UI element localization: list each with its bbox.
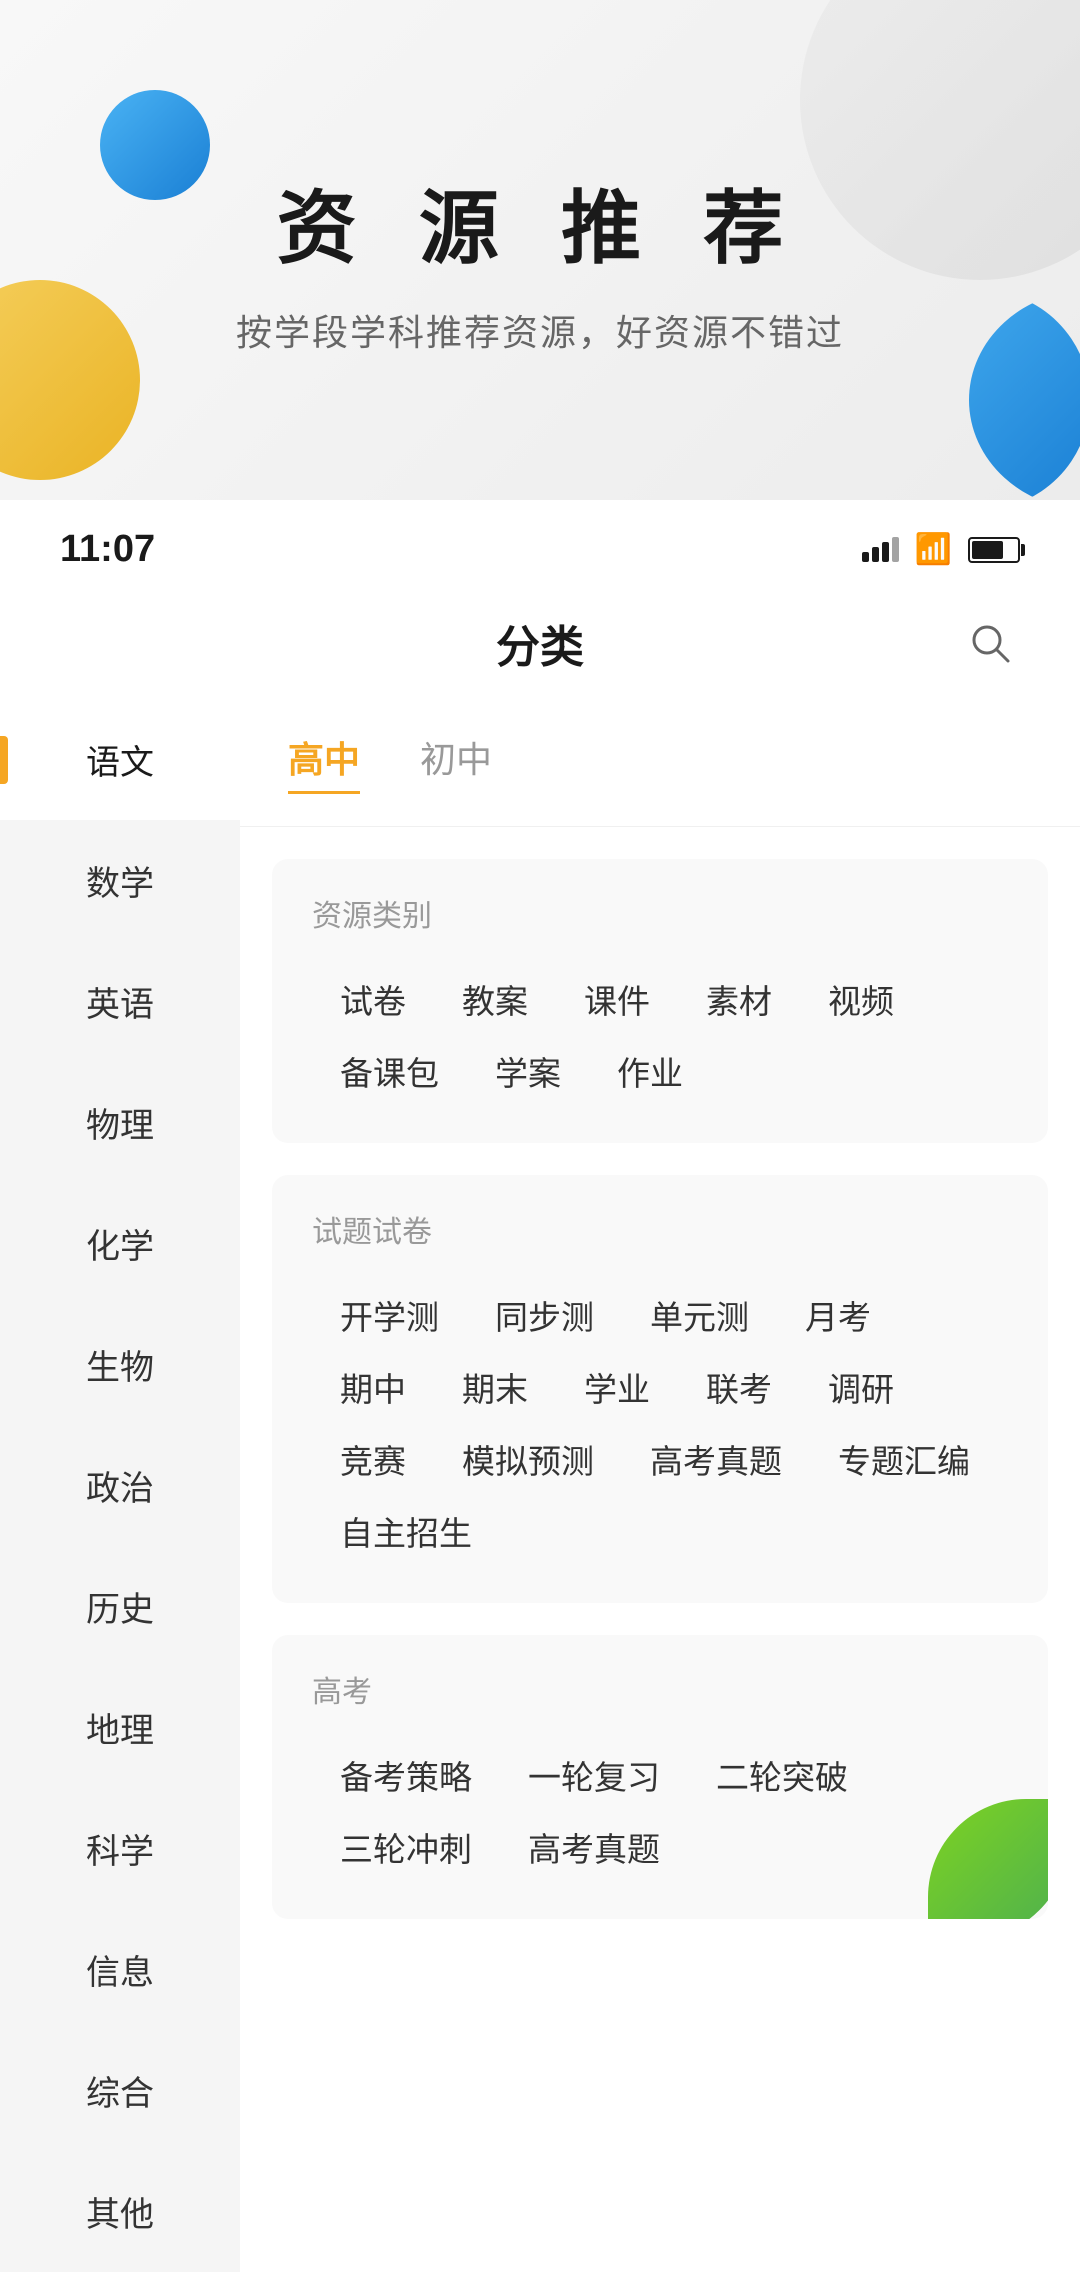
status-bar: 11:07 📶 <box>0 500 1080 587</box>
sidebar-item-lishi[interactable]: 历史 <box>0 1546 240 1667</box>
tag-erluntupo[interactable]: 二轮突破 <box>688 1739 876 1811</box>
tag-yuekao[interactable]: 月考 <box>777 1279 899 1351</box>
sidebar-item-yuwen[interactable]: 语文 <box>0 699 240 820</box>
tag-sanlunchongci[interactable]: 三轮冲刺 <box>312 1811 500 1883</box>
tag-jingsai[interactable]: 竞赛 <box>312 1423 434 1495</box>
category-title-gaokao: 高考 <box>312 1667 1008 1711</box>
hero-bg-shape <box>800 0 1080 280</box>
tag-shijuan[interactable]: 试卷 <box>312 963 434 1035</box>
tag-shipin[interactable]: 视频 <box>800 963 922 1035</box>
tag-qimo[interactable]: 期末 <box>434 1351 556 1423</box>
sidebar-item-shengwu[interactable]: 生物 <box>0 1304 240 1425</box>
tag-danyuance[interactable]: 单元测 <box>622 1279 777 1351</box>
tag-jiaoan[interactable]: 教案 <box>434 963 556 1035</box>
tag-kaixueche[interactable]: 开学测 <box>312 1279 467 1351</box>
tag-zuoye[interactable]: 作业 <box>589 1035 711 1107</box>
sidebar-item-wuli[interactable]: 物理 <box>0 1062 240 1183</box>
tag-qizhong[interactable]: 期中 <box>312 1351 434 1423</box>
tag-xueye[interactable]: 学业 <box>556 1351 678 1423</box>
category-ziyuan: 资源类别 试卷 教案 课件 素材 视频 备课包 学案 作业 <box>272 859 1048 1143</box>
tag-yilunfuxi[interactable]: 一轮复习 <box>500 1739 688 1811</box>
tag-group-ziyuan: 试卷 教案 课件 素材 视频 备课包 学案 作业 <box>312 963 1008 1107</box>
tag-liankao[interactable]: 联考 <box>678 1351 800 1423</box>
tag-sucai[interactable]: 素材 <box>678 963 800 1035</box>
tag-diaoyan[interactable]: 调研 <box>800 1351 922 1423</box>
sidebar-item-shuxue[interactable]: 数学 <box>0 820 240 941</box>
tag-kejian[interactable]: 课件 <box>556 963 678 1035</box>
tag-zhuanti[interactable]: 专题汇编 <box>810 1423 998 1495</box>
search-button[interactable] <box>960 613 1020 673</box>
sidebar: 语文 数学 英语 物理 化学 生物 政治 历史 地理 科学 信息 综合 其他 <box>0 699 240 2272</box>
tab-chuzhong[interactable]: 初中 <box>420 731 492 794</box>
tag-moniyuce[interactable]: 模拟预测 <box>434 1423 622 1495</box>
hero-title: 资 源 推 荐 <box>277 164 804 280</box>
category-title-ziyuan: 资源类别 <box>312 891 1008 935</box>
hero-yellow-circle <box>0 280 140 480</box>
tag-group-gaokao: 备考策略 一轮复习 二轮突破 三轮冲刺 高考真题 <box>312 1739 1008 1883</box>
status-icons: 📶 <box>862 532 1020 567</box>
page-title: 分类 <box>496 611 584 675</box>
sidebar-item-kexue[interactable]: 科学 <box>0 1788 240 1909</box>
category-shiti: 试题试卷 开学测 同步测 单元测 月考 期中 期末 学业 联考 调研 竞赛 模拟… <box>272 1175 1048 1603</box>
hero-blue-dot <box>100 90 210 200</box>
subject-tabs: 高中 初中 <box>240 699 1080 827</box>
tag-zizhuzhaosheng[interactable]: 自主招生 <box>312 1495 500 1567</box>
main-content: 语文 数学 英语 物理 化学 生物 政治 历史 地理 科学 信息 综合 其他 高… <box>0 699 1080 2272</box>
category-title-shiti: 试题试卷 <box>312 1207 1008 1251</box>
hero-blue-half <box>870 290 1080 500</box>
category-gaokao: 高考 备考策略 一轮复习 二轮突破 三轮冲刺 高考真题 <box>272 1635 1048 1919</box>
battery-icon <box>968 537 1020 563</box>
right-content: 高中 初中 资源类别 试卷 教案 课件 素材 视频 备课包 学案 作业 <box>240 699 1080 2272</box>
tab-gaozhong[interactable]: 高中 <box>288 731 360 794</box>
search-icon <box>968 621 1012 665</box>
green-leaf-decoration <box>928 1799 1048 1919</box>
tag-group-shiti: 开学测 同步测 单元测 月考 期中 期末 学业 联考 调研 竞赛 模拟预测 高考… <box>312 1279 1008 1567</box>
phone-screen: 11:07 📶 分类 语文 数学 英语 物理 化学 <box>0 500 1080 2272</box>
hero-subtitle: 按学段学科推荐资源，好资源不错过 <box>236 304 844 356</box>
tag-beikao[interactable]: 备考策略 <box>312 1739 500 1811</box>
sidebar-item-huaxue[interactable]: 化学 <box>0 1183 240 1304</box>
tag-tongbuce[interactable]: 同步测 <box>467 1279 622 1351</box>
sidebar-item-zhengzhi[interactable]: 政治 <box>0 1425 240 1546</box>
hero-section: 资 源 推 荐 按学段学科推荐资源，好资源不错过 <box>0 0 1080 500</box>
sidebar-item-qita[interactable]: 其他 <box>0 2151 240 2272</box>
sidebar-item-yingyu[interactable]: 英语 <box>0 941 240 1062</box>
wifi-icon: 📶 <box>915 532 952 567</box>
tag-gaokao-zhenti[interactable]: 高考真题 <box>622 1423 810 1495</box>
tag-beikebao[interactable]: 备课包 <box>312 1035 467 1107</box>
tag-xuean[interactable]: 学案 <box>467 1035 589 1107</box>
sidebar-item-xinxi[interactable]: 信息 <box>0 1909 240 2030</box>
sidebar-item-zonghe[interactable]: 综合 <box>0 2030 240 2151</box>
signal-icon <box>862 537 899 562</box>
page-header: 分类 <box>0 587 1080 699</box>
sidebar-item-dili[interactable]: 地理 <box>0 1667 240 1788</box>
status-time: 11:07 <box>60 528 155 571</box>
tag-gaokao-zhenti2[interactable]: 高考真题 <box>500 1811 688 1883</box>
